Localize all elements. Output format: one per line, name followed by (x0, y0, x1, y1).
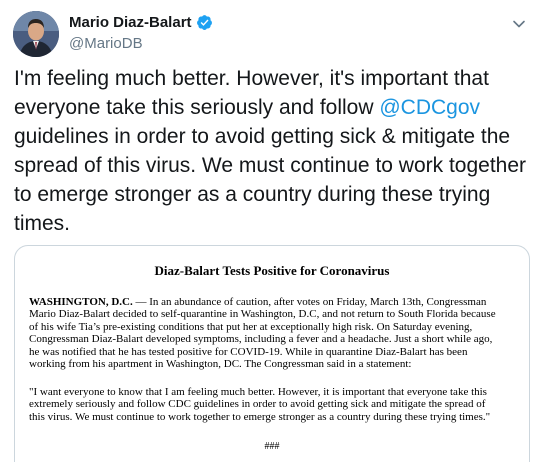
press-release-title: Diaz-Balart Tests Positive for Coronavir… (154, 263, 390, 278)
press-body-line: Mario Diaz-Balart decided to self-quaran… (29, 308, 496, 321)
author-handle[interactable]: @MarioDB (69, 35, 143, 52)
tweet-line: I'm feeling much better. However, it's i… (14, 67, 489, 90)
press-body-line: working from his apartment in Washington… (29, 358, 412, 371)
mention-link[interactable]: @CDCgov (379, 96, 480, 119)
press-quote-line: this virus. We must continue to work tog… (29, 410, 491, 423)
author-display-name[interactable]: Mario Diaz-Balart (69, 14, 192, 31)
attached-image-card[interactable]: Diaz-Balart Tests Positive for Coronavir… (14, 245, 530, 462)
press-quote-line: "I want everyone to know that I am feeli… (29, 386, 487, 398)
avatar[interactable] (13, 11, 59, 57)
verified-badge-icon (196, 14, 213, 31)
tweet-line: spread of this virus. We must continue t… (14, 154, 527, 177)
tweet-line: times. (14, 212, 71, 235)
press-body-line: Congressman Diaz-Balart developed sympto… (29, 333, 493, 346)
tweet-line: to emerge stronger as a country during t… (14, 183, 491, 206)
tweet-line: guidelines in order to avoid getting sic… (14, 125, 511, 148)
press-body-line: he was notified that he has tested posit… (29, 345, 468, 358)
press-body-line: of his wife Tia’s pre-existing condition… (29, 320, 473, 333)
press-release-end-mark: ### (264, 441, 280, 452)
chevron-down-icon (513, 20, 525, 28)
press-dateline: WASHINGTON, D.C. (29, 296, 133, 308)
press-body-line: WASHINGTON, D.C. — In an abundance of ca… (29, 296, 487, 308)
tweet-line: everyone take this seriously and follow … (14, 96, 481, 119)
author-name-row: Mario Diaz-Balart (69, 14, 213, 31)
press-release-quote: "I want everyone to know that I am feeli… (29, 386, 521, 423)
press-release-body: WASHINGTON, D.C. — In an abundance of ca… (29, 296, 521, 370)
more-options-button[interactable] (509, 14, 529, 34)
tweet: Mario Diaz-Balart @MarioDB I'm feeling m… (0, 0, 544, 462)
tweet-text: I'm feeling much better. However, it's i… (14, 64, 534, 238)
profile-photo-icon (13, 11, 59, 57)
press-quote-line: extremely seriously and follow CDC guide… (29, 398, 486, 411)
